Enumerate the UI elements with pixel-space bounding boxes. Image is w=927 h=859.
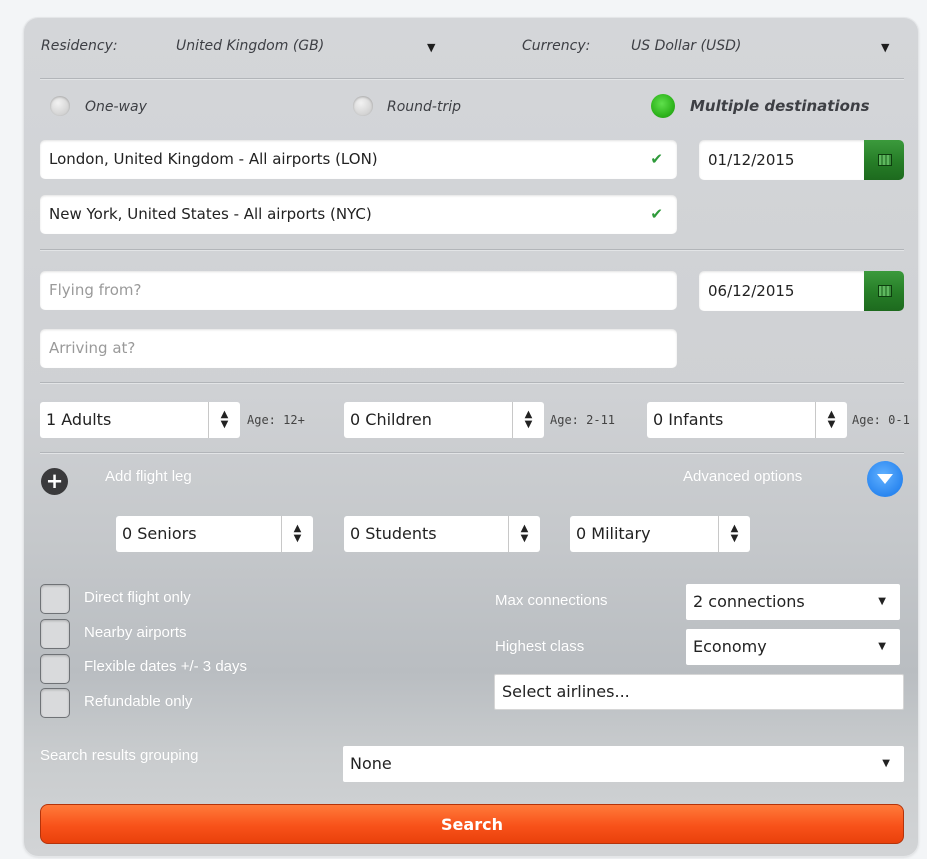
- adults-value: 1 Adults: [46, 410, 112, 429]
- stepper-arrows-icon[interactable]: ▲ ▼: [208, 402, 240, 438]
- max-connections-label: Max connections: [495, 592, 608, 609]
- children-age-label: Age: 2-11: [550, 413, 616, 427]
- leg1-date-value: 01/12/2015: [708, 151, 795, 169]
- flexible-dates-label[interactable]: Flexible dates +/- 3 days: [84, 658, 247, 675]
- add-flight-leg-link[interactable]: Add flight leg: [105, 468, 192, 485]
- stepper-arrows-icon[interactable]: ▲ ▼: [281, 516, 313, 552]
- chevron-down-icon: ▼: [878, 596, 886, 607]
- add-leg-icon[interactable]: +: [41, 468, 68, 495]
- military-stepper[interactable]: 0 Military ▲ ▼: [570, 516, 750, 552]
- residency-label: Residency:: [41, 38, 118, 54]
- one-way-radio[interactable]: [50, 96, 70, 116]
- residency-select[interactable]: United Kingdom (GB): [176, 38, 324, 54]
- airlines-input[interactable]: Select airlines...: [494, 674, 904, 710]
- chevron-down-icon: ▼: [878, 641, 886, 652]
- nearby-airports-checkbox[interactable]: [40, 619, 70, 649]
- military-value: 0 Military: [576, 524, 651, 543]
- currency-label: Currency:: [522, 38, 591, 54]
- divider: [40, 78, 904, 80]
- valid-check-icon: ✔: [650, 205, 663, 223]
- refundable-checkbox[interactable]: [40, 688, 70, 718]
- grouping-label: Search results grouping: [40, 747, 199, 764]
- divider: [40, 452, 904, 454]
- seniors-stepper[interactable]: 0 Seniors ▲ ▼: [116, 516, 313, 552]
- seniors-value: 0 Seniors: [122, 524, 197, 543]
- students-value: 0 Students: [350, 524, 437, 543]
- chevron-down-icon: ▼: [882, 758, 890, 769]
- stepper-arrows-icon[interactable]: ▲ ▼: [512, 402, 544, 438]
- max-connections-value: 2 connections: [693, 592, 805, 611]
- calendar-icon[interactable]: [864, 140, 904, 180]
- currency-select[interactable]: US Dollar (USD): [631, 38, 741, 54]
- infants-value: 0 Infants: [653, 410, 724, 429]
- leg1-to-value: New York, United States - All airports (…: [49, 205, 372, 223]
- leg1-from-input[interactable]: London, United Kingdom - All airports (L…: [40, 140, 677, 179]
- valid-check-icon: ✔: [650, 150, 663, 168]
- highest-class-select[interactable]: Economy ▼: [686, 629, 900, 665]
- leg2-to-placeholder: Arriving at?: [49, 339, 136, 357]
- leg2-from-input[interactable]: Flying from?: [40, 271, 677, 310]
- children-stepper[interactable]: 0 Children ▲ ▼: [344, 402, 544, 438]
- divider: [40, 382, 904, 384]
- leg1-to-input[interactable]: New York, United States - All airports (…: [40, 195, 677, 234]
- currency-caret-icon[interactable]: ▼: [881, 41, 889, 54]
- calendar-icon[interactable]: [864, 271, 904, 311]
- divider: [40, 249, 904, 251]
- leg2-date-input[interactable]: 06/12/2015: [699, 271, 865, 311]
- direct-flight-label[interactable]: Direct flight only: [84, 589, 191, 606]
- chevron-down-icon[interactable]: [867, 461, 903, 497]
- highest-class-label: Highest class: [495, 638, 585, 655]
- flight-search-panel: Residency: United Kingdom (GB) ▼ Currenc…: [24, 18, 918, 856]
- multiple-destinations-label[interactable]: Multiple destinations: [690, 97, 870, 115]
- leg2-to-input[interactable]: Arriving at?: [40, 329, 677, 368]
- leg2-from-placeholder: Flying from?: [49, 281, 142, 299]
- leg1-from-value: London, United Kingdom - All airports (L…: [49, 150, 378, 168]
- advanced-options-link[interactable]: Advanced options: [683, 468, 802, 485]
- grouping-select[interactable]: None ▼: [343, 746, 904, 782]
- highest-class-value: Economy: [693, 637, 767, 656]
- stepper-arrows-icon[interactable]: ▲ ▼: [508, 516, 540, 552]
- students-stepper[interactable]: 0 Students ▲ ▼: [344, 516, 540, 552]
- infants-age-label: Age: 0-1: [852, 413, 910, 427]
- leg2-date-value: 06/12/2015: [708, 282, 795, 300]
- stepper-arrows-icon[interactable]: ▲ ▼: [718, 516, 750, 552]
- children-value: 0 Children: [350, 410, 432, 429]
- search-button[interactable]: Search: [40, 804, 904, 844]
- residency-caret-icon[interactable]: ▼: [427, 41, 435, 54]
- multiple-destinations-radio[interactable]: [651, 94, 675, 118]
- round-trip-label[interactable]: Round-trip: [387, 99, 461, 115]
- max-connections-select[interactable]: 2 connections ▼: [686, 584, 900, 620]
- airlines-placeholder: Select airlines...: [502, 682, 630, 701]
- round-trip-radio[interactable]: [353, 96, 373, 116]
- stepper-arrows-icon[interactable]: ▲ ▼: [815, 402, 847, 438]
- nearby-airports-label[interactable]: Nearby airports: [84, 624, 187, 641]
- refundable-label[interactable]: Refundable only: [84, 693, 192, 710]
- adults-stepper[interactable]: 1 Adults ▲ ▼: [40, 402, 240, 438]
- infants-stepper[interactable]: 0 Infants ▲ ▼: [647, 402, 847, 438]
- direct-flight-checkbox[interactable]: [40, 584, 70, 614]
- adults-age-label: Age: 12+: [247, 413, 305, 427]
- flexible-dates-checkbox[interactable]: [40, 654, 70, 684]
- leg1-date-input[interactable]: 01/12/2015: [699, 140, 865, 180]
- grouping-value: None: [350, 754, 392, 773]
- one-way-label[interactable]: One-way: [85, 99, 147, 115]
